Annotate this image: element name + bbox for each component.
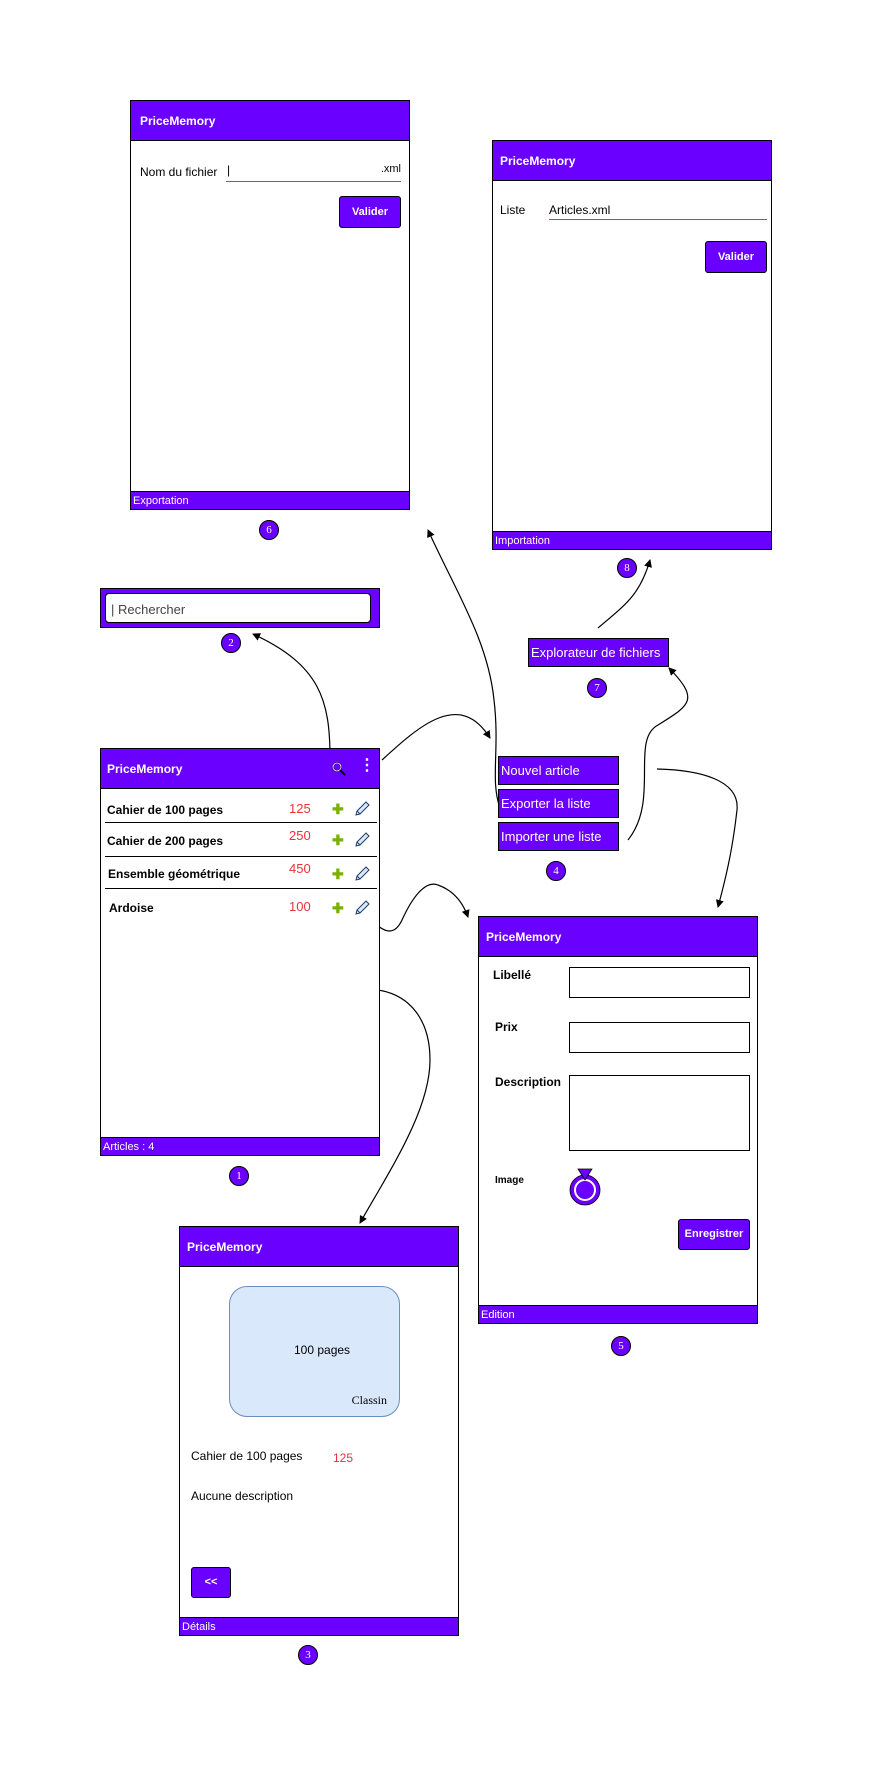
article-price: 125 <box>333 1451 354 1465</box>
footer-label: Edition <box>481 1309 515 1321</box>
pencil-icon[interactable] <box>353 899 371 917</box>
app-bar: PriceMemory <box>131 101 409 141</box>
validate-button[interactable]: Valider <box>705 241 767 273</box>
menu-item-import-list[interactable]: Importer une liste <box>498 822 619 851</box>
camera-icon[interactable] <box>567 1167 603 1207</box>
list-label: Liste <box>500 203 526 217</box>
back-button[interactable]: << <box>191 1567 231 1598</box>
footer-label: Importation <box>495 535 551 547</box>
badge-2: 2 <box>221 633 241 653</box>
app-title: PriceMemory <box>107 762 183 776</box>
app-bar: PriceMemory ⋮ <box>101 749 379 789</box>
badge-5: 5 <box>611 1336 631 1356</box>
badge-7: 7 <box>587 678 607 698</box>
edit-screen: PriceMemory Libellé Prix Description Ima… <box>478 916 758 1324</box>
item-label: Cahier de 200 pages <box>107 834 224 848</box>
pencil-icon[interactable] <box>353 800 371 818</box>
footer-label: Détails <box>182 1621 216 1633</box>
app-title: PriceMemory <box>486 930 562 944</box>
badge-8: 8 <box>617 558 637 578</box>
description-input[interactable] <box>569 1075 750 1151</box>
list-field[interactable]: Articles.xml <box>549 197 767 220</box>
item-price: 450 <box>289 861 311 876</box>
item-label: Cahier de 100 pages <box>107 803 224 817</box>
image-title: 100 pages <box>294 1343 351 1357</box>
article-label: Cahier de 100 pages <box>191 1449 303 1463</box>
app-bar: PriceMemory <box>180 1227 458 1267</box>
plus-icon[interactable]: ✚ <box>332 801 344 818</box>
plus-icon[interactable]: ✚ <box>332 900 344 917</box>
file-name-label: Nom du fichier <box>140 165 218 179</box>
app-bar: PriceMemory <box>493 141 771 181</box>
prix-input[interactable] <box>569 1022 750 1053</box>
validate-button[interactable]: Valider <box>339 196 401 228</box>
image-label: Image <box>495 1175 524 1186</box>
footer: Articles : 4 <box>101 1137 379 1155</box>
file-name-field[interactable]: | .xml <box>226 159 401 182</box>
file-extension: .xml <box>380 163 401 175</box>
badge-3: 3 <box>298 1645 318 1665</box>
menu-item-export-list[interactable]: Exporter la liste <box>498 789 619 818</box>
menu-item-new-article[interactable]: Nouvel article <box>498 756 619 785</box>
list-value: Articles.xml <box>549 203 611 217</box>
search-input[interactable]: | Rechercher <box>105 593 371 623</box>
footer: Détails <box>180 1617 458 1635</box>
item-label: Ensemble géométrique <box>108 867 241 881</box>
description-label: Description <box>495 1075 562 1089</box>
app-title: PriceMemory <box>500 154 576 168</box>
app-title: PriceMemory <box>187 1240 263 1254</box>
article-image: 100 pages Classin <box>229 1286 400 1417</box>
save-button[interactable]: Enregistrer <box>678 1219 750 1250</box>
item-price: 100 <box>289 899 311 914</box>
footer: Exportation <box>131 491 409 509</box>
badge-6: 6 <box>259 520 279 540</box>
badge-1: 1 <box>229 1166 249 1186</box>
app-title: PriceMemory <box>140 114 216 128</box>
footer: Edition <box>479 1305 757 1323</box>
import-screen: PriceMemory Liste Articles.xml Valider I… <box>492 140 772 550</box>
item-price: 250 <box>289 828 311 843</box>
arrow-new-to-5 <box>656 768 738 908</box>
search-placeholder: | Rechercher <box>111 602 186 617</box>
plus-icon[interactable]: ✚ <box>332 866 344 883</box>
row-separator <box>105 888 377 889</box>
arrow-search-to-2 <box>252 633 331 759</box>
item-price: 125 <box>289 801 311 816</box>
pencil-icon[interactable] <box>353 831 371 849</box>
export-screen: PriceMemory Nom du fichier | .xml Valide… <box>130 100 410 510</box>
search-bar: | Rechercher <box>100 588 380 628</box>
pencil-icon[interactable] <box>353 865 371 883</box>
plus-icon[interactable]: ✚ <box>332 832 344 849</box>
details-screen: PriceMemory 100 pages Classin Cahier de … <box>179 1226 459 1636</box>
arrow-menu-to-4 <box>381 714 491 761</box>
row-separator <box>105 822 377 823</box>
article-list-screen: PriceMemory ⋮ Cahier de 100 pages 125 ✚ … <box>100 748 380 1156</box>
arrow-import-to-7 <box>627 667 689 841</box>
more-vertical-icon[interactable]: ⋮ <box>359 758 375 774</box>
libelle-input[interactable] <box>569 967 750 998</box>
file-explorer-button[interactable]: Explorateur de fichiers <box>528 638 669 667</box>
arrow-edit-to-5 <box>369 883 470 932</box>
article-count: Articles : 4 <box>103 1141 155 1153</box>
item-label: Ardoise <box>109 901 154 915</box>
footer: Importation <box>493 531 771 549</box>
badge-4: 4 <box>546 861 566 881</box>
row-separator <box>105 856 377 857</box>
footer-label: Exportation <box>133 495 189 507</box>
search-icon[interactable] <box>331 761 347 777</box>
image-brand: Classin <box>351 1393 387 1407</box>
article-description: Aucune description <box>191 1489 294 1503</box>
app-bar: PriceMemory <box>479 917 757 957</box>
prix-label: Prix <box>495 1020 518 1034</box>
libelle-label: Libellé <box>493 968 532 982</box>
file-name-value: | <box>227 163 231 177</box>
arrow-export-to-6 <box>427 529 501 809</box>
